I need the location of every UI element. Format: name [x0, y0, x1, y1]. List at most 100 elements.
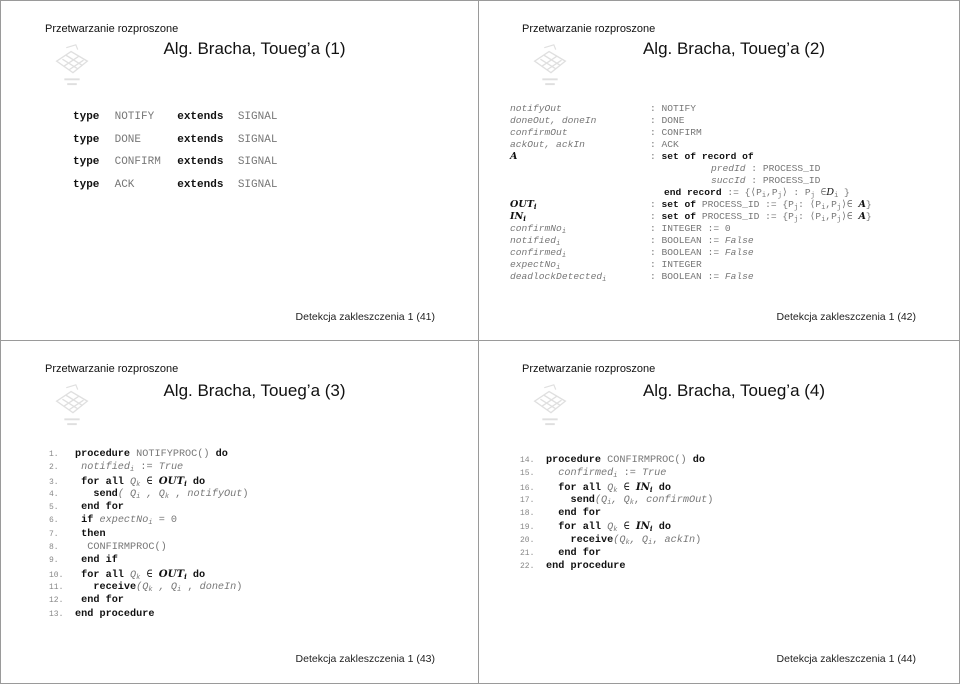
- decl-row: doneOut, doneIn: DONE: [510, 115, 872, 127]
- decl-name: deadlockDetected: [510, 271, 603, 282]
- decl-row: confirmOut: CONFIRM: [510, 127, 872, 139]
- set-symbol: IN: [635, 480, 650, 493]
- line-number: 7.: [49, 529, 59, 539]
- decl-row: predId : PROCESS_ID: [510, 163, 872, 175]
- argument: confirmOut: [646, 494, 708, 506]
- line-number: 12.: [49, 596, 64, 606]
- expr: ): [695, 534, 702, 546]
- type-name: ACK: [114, 178, 135, 191]
- code-line: 13. end procedure: [49, 608, 249, 621]
- line-number: 17.: [520, 495, 535, 505]
- type-keyword: type: [73, 156, 100, 168]
- slide-header: Przetwarzanie rozproszone: [45, 363, 179, 375]
- code-line: 17. send(Qi, Qk, confirmOut): [520, 494, 713, 507]
- code-line: 12. end for: [49, 594, 249, 607]
- code-line: 8. CONFIRMPROC(): [49, 541, 249, 554]
- expr: : ⟨P: [798, 211, 822, 222]
- line-number: 19.: [520, 523, 535, 533]
- set-symbol: A: [858, 211, 866, 222]
- expr: ,: [181, 581, 200, 593]
- code-listing: 1. procedure NOTIFYPROC() do 2. notifiedi…: [49, 448, 249, 621]
- base-type: SIGNAL: [237, 156, 278, 168]
- set-symbol: IN: [635, 520, 650, 533]
- decl-name: notifyOut: [510, 103, 562, 114]
- procedure-name: CONFIRMPROC(): [601, 455, 687, 466]
- expr: }: [865, 211, 872, 222]
- line-number: 20.: [520, 535, 535, 545]
- keyword: set of: [661, 199, 697, 210]
- keyword: do: [186, 476, 206, 488]
- set-symbol: D: [826, 187, 835, 198]
- keyword: do: [209, 449, 228, 460]
- keyword: for all: [81, 569, 124, 581]
- keyword: procedure: [75, 449, 131, 460]
- slide-1: Przetwarzanie rozproszone Alg. Bracha, T…: [0, 0, 479, 341]
- field-name: succId: [711, 175, 746, 186]
- decl-value: False: [724, 247, 754, 258]
- decl-row: A: set of record of: [510, 151, 872, 163]
- extends-keyword: extends: [177, 133, 224, 146]
- slide-4: Przetwarzanie rozproszone Alg. Bracha, T…: [479, 341, 960, 684]
- decl-row: end record := {⟨Pi,Pj⟩ : Pj ∈Di }: [510, 187, 872, 200]
- expr: }: [865, 199, 872, 210]
- slide-footer: Detekcja zakleszczenia 1 (44): [776, 653, 916, 665]
- line-number: 6.: [49, 516, 59, 526]
- code-line: 18. end for: [520, 507, 713, 520]
- decl-type: : INTEGER: [650, 259, 702, 270]
- type-name: CONFIRM: [114, 156, 161, 168]
- line-number: 15.: [520, 469, 535, 479]
- code-line: 10. for all Qk ∈ OUTi do: [49, 567, 249, 582]
- type-keyword: type: [73, 133, 100, 146]
- slide-title: Alg. Bracha, Toueg’a (4): [642, 381, 826, 400]
- colon: :: [650, 151, 662, 162]
- variable: Q: [601, 482, 614, 494]
- expr: ,: [652, 534, 665, 546]
- keyword: procedure: [546, 455, 602, 466]
- line-number: 8.: [49, 543, 59, 553]
- colon: :: [650, 211, 662, 222]
- variable: Q: [123, 569, 137, 581]
- slide-footer: Detekcja zakleszczenia 1 (41): [295, 311, 435, 323]
- code-line: 16. for all Qk ∈ INi do: [520, 480, 713, 495]
- keyword: receive: [570, 534, 614, 546]
- decl-row: confirmedi: BOOLEAN := False: [510, 247, 872, 260]
- type-declarations: type NOTIFY extends SIGNAL type DONE ext…: [73, 111, 277, 201]
- slide-header: Przetwarzanie rozproszone: [522, 363, 656, 375]
- decl-name: IN: [510, 211, 524, 222]
- decl-type: : ACK: [650, 139, 679, 150]
- line-number: 14.: [520, 456, 535, 465]
- slide-title: Alg. Bracha, Toueg’a (2): [642, 39, 826, 58]
- set-symbol: OUT: [158, 567, 185, 580]
- expr: ⟩ : P: [781, 187, 811, 198]
- expr: ,P: [825, 211, 837, 222]
- decl-name: notified: [510, 235, 557, 246]
- keyword: end for: [558, 508, 602, 520]
- decl-name: confirmNo: [510, 223, 562, 234]
- variable: Q: [123, 476, 137, 488]
- decl-row: confirmNoi: INTEGER := 0: [510, 223, 872, 236]
- code-line: 11. receive(Qk , Qi , doneIn): [49, 581, 249, 594]
- decl-row: ackOut, ackIn: ACK: [510, 139, 872, 151]
- expr: PROCESS_ID := {P: [696, 211, 794, 222]
- field-name: predId: [711, 163, 746, 174]
- variable: expectNo: [93, 515, 149, 527]
- code-line: 9. end if: [49, 554, 249, 567]
- decl-value: False: [724, 271, 754, 282]
- code-listing: 14. procedure CONFIRMPROC() do 15. confir…: [520, 454, 713, 574]
- code-line: 3. for all Qk ∈ OUTi do: [49, 475, 249, 489]
- decl-row: notifiedi: BOOLEAN := False: [510, 235, 872, 248]
- expr: (Q: [594, 494, 608, 506]
- argument: notifyOut: [187, 488, 243, 500]
- keyword: end for: [81, 595, 124, 607]
- type-keyword: type: [73, 178, 100, 191]
- value: True: [158, 462, 184, 474]
- decl-value: False: [724, 235, 754, 246]
- element-of-symbol: ∈: [140, 476, 159, 488]
- expr: ,P: [825, 199, 837, 210]
- keyword: end record: [664, 187, 722, 198]
- decl-name: confirmOut: [510, 127, 568, 138]
- decl-type: : BOOLEAN :=: [650, 271, 725, 282]
- expr: ): [242, 488, 249, 500]
- code-line: 20. receive(Qk, Qi, ackIn): [520, 534, 713, 547]
- code-line: 14. procedure CONFIRMPROC() do: [520, 454, 713, 467]
